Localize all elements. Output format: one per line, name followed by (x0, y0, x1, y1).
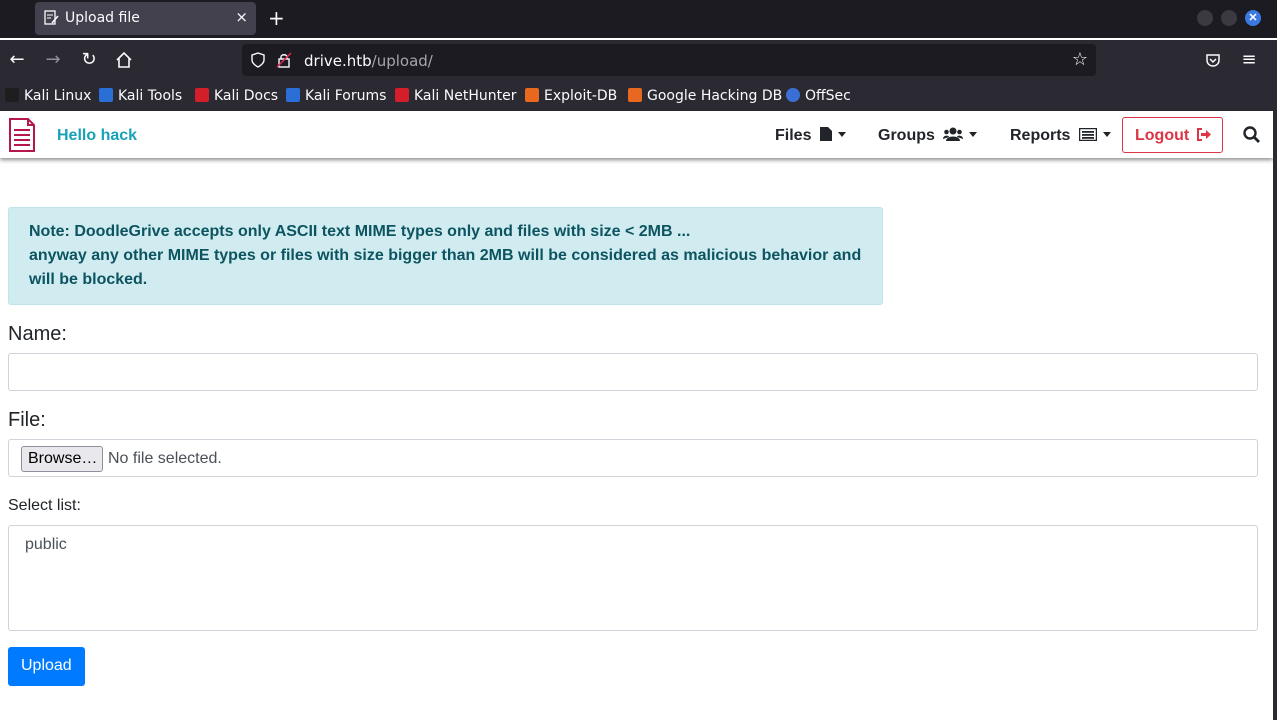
document-logo-icon[interactable] (8, 117, 36, 153)
document-edit-icon (44, 10, 59, 25)
reload-icon[interactable]: ↻ (79, 50, 99, 70)
bookmark-label: Kali Tools (118, 88, 183, 104)
browser-tab-bar: Upload file × + ✕ (0, 0, 1277, 38)
chevron-down-icon (837, 132, 846, 137)
bookmark-label: Kali Docs (214, 88, 279, 104)
maximize-window-button[interactable] (1221, 10, 1237, 26)
logout-button[interactable]: Logout (1122, 117, 1223, 153)
new-tab-icon[interactable]: + (268, 6, 285, 30)
hamburger-menu-icon[interactable]: ≡ (1239, 50, 1259, 70)
name-input[interactable] (8, 353, 1258, 391)
exploit-db-icon (525, 88, 539, 102)
sign-out-icon (1196, 128, 1211, 141)
url-bar[interactable]: drive.htb/upload/ ☆ (242, 44, 1096, 76)
chevron-down-icon (1102, 132, 1111, 137)
bookmark-star-icon[interactable]: ☆ (1072, 49, 1088, 70)
bookmarks-bar: Kali Linux Kali Tools Kali Docs Kali For… (0, 81, 1277, 111)
group-select-list[interactable]: public (8, 525, 1258, 631)
back-arrow-icon[interactable]: ← (7, 50, 27, 70)
users-icon (943, 127, 964, 141)
nethunter-icon (395, 88, 409, 102)
alert-line-1: Note: DoodleGrive accepts only ASCII tex… (29, 223, 691, 240)
kali-docs-icon (195, 88, 209, 102)
chevron-down-icon (969, 132, 978, 137)
offsec-icon (786, 88, 800, 102)
close-window-button[interactable]: ✕ (1245, 10, 1261, 26)
kali-tools-icon (99, 88, 113, 102)
tab-title: Upload file (65, 10, 140, 26)
pocket-icon[interactable] (1203, 50, 1223, 70)
url-host: drive.htb (304, 52, 372, 70)
list-alt-icon (1078, 127, 1098, 142)
groups-menu-label: Groups (878, 127, 935, 144)
bookmark-kali-nethunter[interactable]: Kali NetHunter (395, 88, 516, 104)
files-menu-label: Files (775, 127, 812, 144)
file-label: File: (8, 409, 46, 431)
forward-arrow-icon[interactable]: → (43, 50, 63, 70)
page-scrollbar[interactable] (1273, 111, 1277, 720)
browser-tab[interactable]: Upload file × (35, 2, 256, 35)
files-menu[interactable]: Files (775, 127, 846, 145)
kali-dragon-icon (5, 88, 19, 102)
ghdb-icon (628, 88, 642, 102)
bookmark-offsec[interactable]: OffSec (786, 88, 851, 104)
bookmark-label: OffSec (805, 88, 851, 104)
bookmark-label: Kali Forums (305, 88, 387, 104)
bookmark-google-hacking-db[interactable]: Google Hacking DB (628, 88, 782, 104)
tab-close-icon[interactable]: × (235, 8, 248, 26)
groups-menu[interactable]: Groups (878, 127, 978, 145)
select-list-label: Select list: (8, 497, 81, 514)
page-content: Hello hack Files Groups Reports Logout N… (0, 111, 1273, 720)
bookmark-exploit-db[interactable]: Exploit-DB (525, 88, 617, 104)
upload-button[interactable]: Upload (8, 647, 85, 686)
bookmark-label: Google Hacking DB (647, 88, 783, 104)
reports-menu-label: Reports (1010, 127, 1071, 144)
bookmark-label: Kali NetHunter (414, 88, 517, 104)
name-label: Name: (8, 323, 67, 345)
bookmark-kali-tools[interactable]: Kali Tools (99, 88, 182, 104)
bookmark-kali-linux[interactable]: Kali Linux (5, 88, 91, 104)
select-option-public[interactable]: public (25, 536, 67, 554)
minimize-window-button[interactable] (1197, 10, 1213, 26)
bookmark-kali-forums[interactable]: Kali Forums (286, 88, 386, 104)
home-icon[interactable] (114, 50, 134, 70)
alert-line-2: anyway any other MIME types or files wit… (29, 247, 862, 288)
search-icon[interactable] (1242, 125, 1262, 145)
insecure-lock-icon[interactable] (276, 52, 292, 68)
shield-icon[interactable] (250, 52, 266, 68)
browse-button[interactable]: Browse… (21, 446, 103, 472)
url-text[interactable]: drive.htb/upload/ (304, 52, 433, 70)
browser-nav-bar: ← → ↻ drive.htb/upload/ ☆ ≡ (0, 40, 1277, 81)
bookmark-label: Exploit-DB (544, 88, 618, 104)
kali-forums-icon (286, 88, 300, 102)
url-path: /upload/ (371, 52, 433, 70)
upload-note-alert: Note: DoodleGrive accepts only ASCII tex… (8, 207, 883, 305)
bookmark-kali-docs[interactable]: Kali Docs (195, 88, 278, 104)
site-navbar: Hello hack Files Groups Reports Logout (0, 111, 1273, 158)
file-status-text: No file selected. (108, 450, 222, 467)
reports-menu[interactable]: Reports (1010, 127, 1111, 145)
bookmark-label: Kali Linux (24, 88, 92, 104)
file-icon (819, 127, 832, 141)
file-input[interactable]: Browse… No file selected. (8, 439, 1258, 477)
greeting-link[interactable]: Hello hack (57, 127, 137, 145)
logout-label: Logout (1135, 127, 1190, 144)
